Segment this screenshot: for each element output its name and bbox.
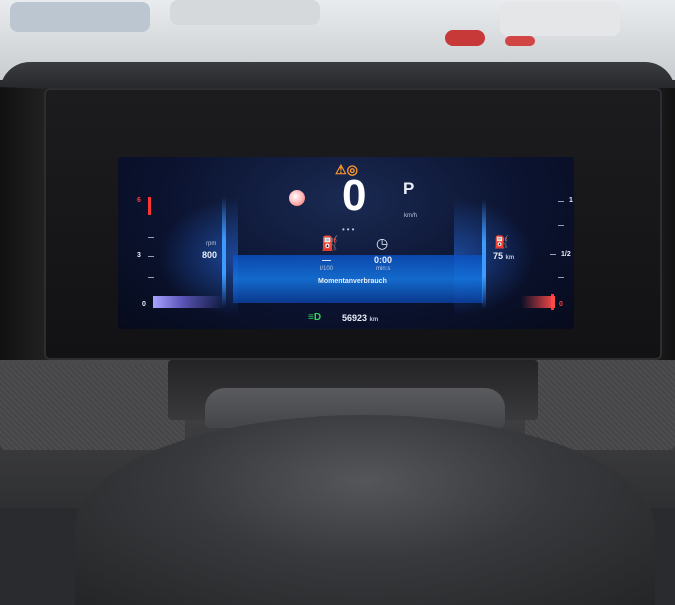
fuel-scale-bottom: 0 [559,301,563,308]
instrument-cluster-screen: 6 3 0 rpm 800 1 1/2 0 ⛽ 75 km ⚠◎ 0 P km/… [118,157,574,329]
fuel-tick [558,225,564,226]
fuel-tick [558,201,564,202]
fuel-level-bar [521,296,555,308]
page-dots: ••• [342,225,357,234]
fuel-gauge-arc [482,199,486,309]
rpm-label: rpm [206,241,217,247]
odometer-unit: km [369,317,379,323]
left-dash-panel [0,365,185,450]
speed-value: 0 [342,171,367,220]
tach-redline-marker [148,197,151,215]
taillight-red [445,30,485,46]
tachometer-arc [222,197,226,307]
right-dash-panel [525,360,675,450]
status-light-icon [289,190,305,206]
time-unit: min:s [376,266,391,272]
tach-scale-top: 6 [137,197,141,204]
time-value: 0:00 [374,255,393,265]
rpm-level-bar [153,296,225,308]
tach-tick [148,277,154,278]
consumption-unit: l/100 [320,266,334,272]
range-number: 75 [493,251,504,261]
parked-car-right [500,2,620,36]
speed-unit: km/h [404,213,418,219]
tach-tick [148,256,154,257]
fuel-pump-icon: ⛽ [494,235,509,249]
odometer: 56923 km [342,313,378,323]
gear-indicator: P [403,179,415,198]
tach-scale-mid: 3 [137,252,141,259]
parked-car-center [170,0,320,25]
tach-scale-bottom: 0 [142,301,146,308]
fuel-gauge-icon: ⛽ [321,235,339,251]
fuel-tick [550,254,556,255]
low-beam-headlight-icon: ≡D [308,312,322,323]
stopwatch-icon: ◷ [376,235,389,251]
range-unit: km [505,255,515,261]
parked-car-left [10,2,150,32]
consumption-value: — [322,255,331,265]
odometer-value: 56923 [342,313,368,323]
rpm-value: 800 [202,250,218,260]
consumption-title: Momentanverbrauch [318,278,387,285]
fuel-scale-top: 1 [569,197,573,204]
fuel-tick [558,277,564,278]
tach-tick [148,237,154,238]
taillight-red-2 [505,36,535,46]
left-pillar [0,87,48,369]
range-value: 75 km [493,251,514,261]
fuel-scale-mid: 1/2 [561,251,571,258]
